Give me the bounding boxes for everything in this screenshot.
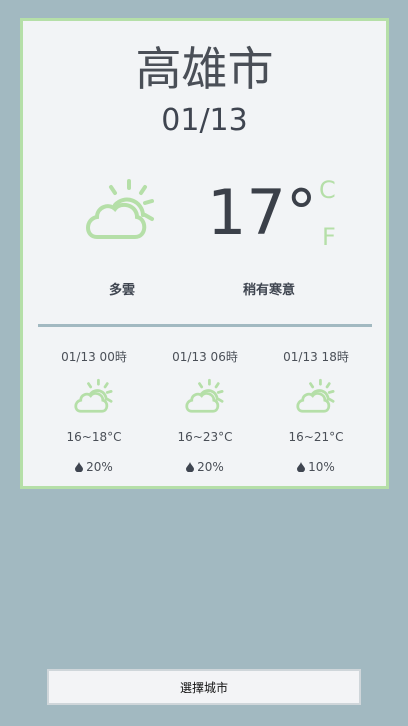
raindrop-icon [186, 462, 195, 472]
partly-cloudy-icon [296, 378, 335, 413]
partly-cloudy-icon [86, 179, 154, 239]
weather-card: 高雄市 01/13 17° C F 多雲 稍有寒意 01/13 00時 16~1… [20, 18, 389, 489]
divider [38, 324, 372, 327]
forecast-item: 01/13 00時 16~18°C 20% [44, 349, 144, 475]
forecast-item: 01/13 06時 16~23°C 20% [155, 349, 255, 475]
partly-cloudy-icon [74, 378, 113, 413]
raindrop-icon [297, 462, 306, 472]
unit-celsius-toggle[interactable]: C [319, 175, 336, 205]
forecast-time: 01/13 18時 [283, 350, 349, 364]
unit-fahrenheit-toggle[interactable]: F [322, 222, 336, 252]
forecast-temperature: 16~21°C [288, 430, 344, 444]
forecast-rain: 20% [44, 459, 144, 475]
forecast-time: 01/13 06時 [172, 350, 238, 364]
weather-description: 多雲 [108, 283, 135, 298]
forecast-time: 01/13 00時 [61, 350, 127, 364]
forecast-item: 01/13 18時 16~21°C 10% [266, 349, 366, 475]
current-date: 01/13 [161, 103, 248, 138]
raindrop-icon [75, 462, 84, 472]
partly-cloudy-icon [185, 378, 224, 413]
forecast-rain: 20% [155, 459, 255, 475]
forecast-rain-value: 20% [197, 460, 224, 474]
forecast-temperature: 16~23°C [177, 430, 233, 444]
forecast-rain-value: 10% [308, 460, 335, 474]
forecast-rain: 10% [266, 459, 366, 475]
forecast-temperature: 16~18°C [66, 430, 122, 444]
select-city-button[interactable]: 選擇城市 [47, 669, 361, 705]
current-temperature: 17° [207, 176, 317, 249]
comfort-level: 稍有寒意 [242, 283, 295, 298]
city-name: 高雄市 [135, 42, 274, 96]
forecast-rain-value: 20% [86, 460, 113, 474]
